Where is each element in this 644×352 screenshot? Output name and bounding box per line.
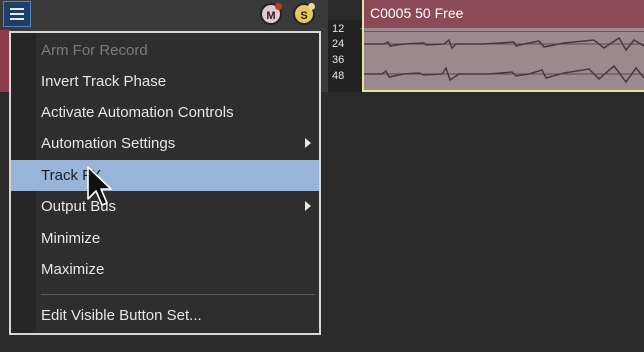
menu-separator [41,294,315,295]
menu-item-automation-settings[interactable]: Automation Settings [11,128,319,159]
hamburger-icon-line [10,18,24,20]
hamburger-icon-line [10,13,24,15]
meter-label: 12 [332,23,345,35]
menu-item-edit-visible-button-set[interactable]: Edit Visible Button Set... [11,300,319,331]
audio-event-clip[interactable]: C0005 50 Free [362,0,644,92]
meter-label: 24 [332,38,345,50]
chevron-right-icon [305,138,311,148]
waveform [364,28,644,90]
menu-item-minimize[interactable]: Minimize [11,223,319,254]
menu-item-label: Edit Visible Button Set... [41,307,202,324]
menu-item-track-fx[interactable]: Track FX [11,160,319,191]
menu-item-label: Automation Settings [41,135,176,152]
menu-item-activate-automation-controls[interactable]: Activate Automation Controls [11,97,319,128]
chevron-right-icon [305,201,311,211]
menu-item-invert-track-phase[interactable]: Invert Track Phase [11,66,319,97]
mute-button[interactable]: M [260,3,282,25]
clip-divider [364,31,644,32]
menu-item-label: Minimize [41,230,101,247]
solo-button[interactable]: S [293,3,315,25]
menu-item-label: Maximize [41,261,105,278]
level-meter: 12 24 36 48 [328,20,362,92]
mouse-pointer-icon [87,166,112,206]
meter-label: 36 [332,54,345,66]
menu-item-maximize[interactable]: Maximize [11,254,319,285]
menu-item-label: Invert Track Phase [41,73,167,90]
menu-item-label: Arm For Record [41,42,148,59]
menu-item-label: Activate Automation Controls [41,104,234,121]
track-menu-button[interactable] [3,1,31,27]
clip-title: C0005 50 Free [370,5,464,21]
waveform-graphic [364,36,644,84]
hamburger-icon [10,8,24,10]
menu-item-output-bus[interactable]: Output Bus [11,191,319,222]
menu-item-arm-for-record: Arm For Record [11,35,319,66]
meter-label: 48 [332,70,345,82]
track-context-menu: Arm For Record Invert Track Phase Activa… [9,31,321,335]
